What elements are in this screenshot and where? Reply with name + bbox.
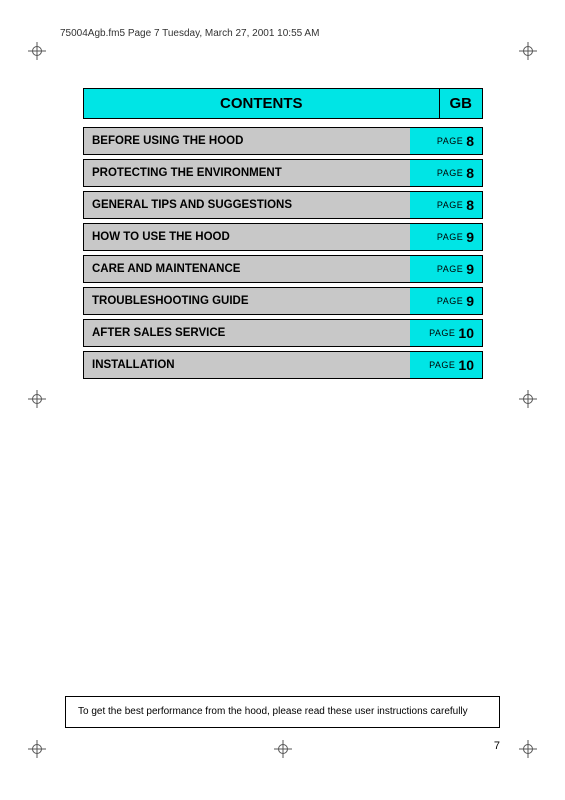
toc-page: PAGE9 [410,256,482,282]
toc-label: PROTECTING THE ENVIRONMENT [84,160,410,186]
page-word: PAGE [437,232,463,242]
page-number: 7 [494,740,500,752]
page-num: 10 [458,357,474,373]
toc-page: PAGE8 [410,192,482,218]
toc-row: AFTER SALES SERVICEPAGE10 [83,319,483,347]
page-num: 9 [466,261,474,277]
page-word: PAGE [429,360,455,370]
toc-page: PAGE10 [410,352,482,378]
toc-label: INSTALLATION [84,352,410,378]
page-word: PAGE [437,200,463,210]
page-num: 8 [466,133,474,149]
toc-page: PAGE10 [410,320,482,346]
toc-label: TROUBLESHOOTING GUIDE [84,288,410,314]
toc-page: PAGE8 [410,160,482,186]
crosshair-mid-left [28,390,46,408]
toc-label: AFTER SALES SERVICE [84,320,410,346]
toc-page: PAGE8 [410,128,482,154]
toc-label: HOW TO USE THE HOOD [84,224,410,250]
toc-row: HOW TO USE THE HOODPAGE9 [83,223,483,251]
page-word: PAGE [429,328,455,338]
page-word: PAGE [437,296,463,306]
contents-header: CONTENTS GB [83,88,483,119]
page-word: PAGE [437,264,463,274]
toc-row: INSTALLATIONPAGE10 [83,351,483,379]
header-bar: 75004Agb.fm5 Page 7 Tuesday, March 27, 2… [60,28,505,39]
crosshair-top-right [519,42,537,60]
crosshair-bot-mid [274,740,292,758]
page-num: 10 [458,325,474,341]
crosshair-bot-left [28,740,46,758]
page-num: 8 [466,197,474,213]
page-num: 9 [466,293,474,309]
toc-page: PAGE9 [410,224,482,250]
page-wrapper: 75004Agb.fm5 Page 7 Tuesday, March 27, 2… [0,0,565,800]
page-num: 8 [466,165,474,181]
toc-row: CARE AND MAINTENANCEPAGE9 [83,255,483,283]
toc-page: PAGE9 [410,288,482,314]
toc-row: GENERAL TIPS AND SUGGESTIONSPAGE8 [83,191,483,219]
file-info: 75004Agb.fm5 Page 7 Tuesday, March 27, 2… [60,28,319,39]
toc-row: TROUBLESHOOTING GUIDEPAGE9 [83,287,483,315]
toc-row: PROTECTING THE ENVIRONMENTPAGE8 [83,159,483,187]
toc-label: CARE AND MAINTENANCE [84,256,410,282]
bottom-note-text: To get the best performance from the hoo… [78,706,468,717]
page-word: PAGE [437,136,463,146]
toc-label: BEFORE USING THE HOOD [84,128,410,154]
contents-title: CONTENTS [83,88,439,119]
content-area: CONTENTS GB BEFORE USING THE HOODPAGE8PR… [83,88,483,383]
crosshair-mid-right [519,390,537,408]
page-num: 9 [466,229,474,245]
page-word: PAGE [437,168,463,178]
crosshair-bot-right [519,740,537,758]
gb-label: GB [439,88,484,119]
toc-list: BEFORE USING THE HOODPAGE8PROTECTING THE… [83,127,483,379]
toc-row: BEFORE USING THE HOODPAGE8 [83,127,483,155]
bottom-note: To get the best performance from the hoo… [65,696,500,728]
toc-label: GENERAL TIPS AND SUGGESTIONS [84,192,410,218]
crosshair-top-left [28,42,46,60]
